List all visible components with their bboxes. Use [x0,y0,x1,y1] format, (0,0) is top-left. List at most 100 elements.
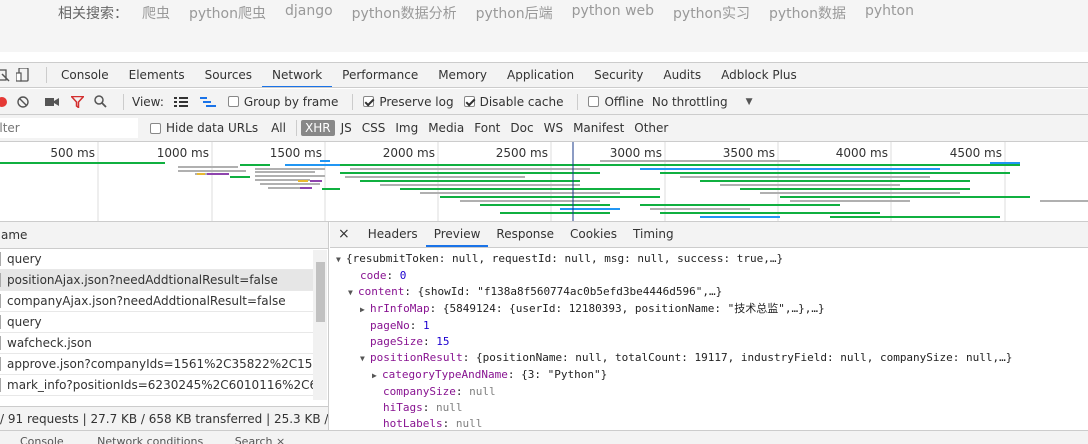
request-timing-bar [680,176,930,178]
screenshot-camera-icon[interactable] [45,97,59,107]
timeline-overview[interactable]: 500 ms 1000 ms 1500 ms 2000 ms 2500 ms 3000 m… [0,142,1088,222]
throttling-select[interactable]: No throttling [652,95,728,109]
json-value: {5849124: {userId: 12180393, positionNam… [442,302,825,315]
tab-response[interactable]: Response [488,222,562,247]
json-key: hrInfoMap [370,302,430,315]
tab-audits[interactable]: Audits [653,63,711,87]
request-timing-bar [560,208,620,210]
related-term[interactable]: python爬虫 [189,3,266,23]
json-property[interactable]: ▶ categoryTypeAndName: {3: "Python"} [330,367,1088,384]
drawer-tab-search[interactable]: Search × [235,435,286,444]
type-filter-ws[interactable]: WS [540,120,567,136]
json-property[interactable]: ▶ hrInfoMap: {5849124: {userId: 12180393,… [330,301,1088,318]
expand-triangle-right-icon[interactable]: ▶ [372,368,382,384]
request-timing-bar [420,192,620,194]
expand-triangle-icon[interactable]: ▼ [348,285,358,301]
json-root-line[interactable]: ▼ {resubmitToken: null, requestId: null, … [330,251,1088,268]
expand-triangle-icon[interactable]: ▼ [360,351,370,367]
group-by-frame-checkbox[interactable] [227,96,239,107]
json-property[interactable]: ▼ content: {showId: "f138a8f560774ac0b5ef… [330,284,1088,301]
tab-application[interactable]: Application [497,63,584,87]
request-row[interactable]: wafcheck.json [0,333,313,354]
scrollbar-thumb[interactable] [316,262,325,322]
json-property[interactable]: ▼ positionResult: {positionName: null, to… [330,350,1088,367]
divider [123,93,124,110]
request-row[interactable]: positionAjax.json?needAddtionalResult=fa… [0,270,313,291]
device-toolbar-icon[interactable] [16,68,30,82]
tab-preview[interactable]: Preview [425,222,489,247]
related-search-label: 相关搜索： [58,6,128,22]
drawer-tab-console[interactable]: Console [20,435,64,444]
chevron-down-icon[interactable]: ▼ [746,97,753,107]
drawer-tab-network-conditions[interactable]: Network conditions [97,435,203,444]
tab-console[interactable]: Console [51,63,119,87]
network-toolbar: View: Group by frame Preserve log Disabl… [0,89,1088,115]
tab-performance[interactable]: Performance [332,63,428,87]
preserve-log-label: Preserve log [379,94,454,109]
request-row[interactable]: query [0,249,313,270]
type-filter-media[interactable]: Media [424,120,468,136]
request-row[interactable]: approve.json?companyIds=1561%2C35822%2C1… [0,354,313,375]
request-row[interactable]: query [0,312,313,333]
type-filter-js[interactable]: JS [337,120,356,136]
preserve-log-checkbox[interactable] [363,96,375,107]
name-column-header[interactable]: Name [0,222,328,249]
related-term[interactable]: python后端 [476,3,553,23]
search-icon[interactable] [94,95,107,108]
offline-checkbox[interactable] [588,96,600,107]
json-value: 15 [436,335,450,348]
hide-data-urls-label: Hide data URLs [166,121,259,135]
json-property: pageNo: 1 [370,319,430,332]
type-filter-doc[interactable]: Doc [506,120,537,136]
request-timing-bar [0,162,165,164]
request-row[interactable]: mark_info?positionIds=6230245%2C6010116%… [0,375,313,396]
disable-cache-checkbox[interactable] [463,96,475,107]
record-icon[interactable] [0,96,7,107]
request-timing-bar [240,164,270,166]
group-by-frame-label: Group by frame [243,94,339,109]
type-filter-font[interactable]: Font [470,120,504,136]
tab-memory[interactable]: Memory [428,63,497,87]
tab-elements[interactable]: Elements [119,63,195,87]
inspect-element-icon[interactable] [0,68,10,82]
json-value: null [469,385,496,398]
request-timing-bar [255,168,325,170]
clear-icon[interactable] [17,95,29,108]
type-filter-xhr[interactable]: XHR [300,120,335,136]
type-filter-other[interactable]: Other [630,120,672,136]
json-value: {showId: "f138a8f560774ac0b5efd3be4446d5… [417,285,723,298]
expand-triangle-right-icon[interactable]: ▶ [360,302,370,318]
hide-data-urls-checkbox[interactable] [150,122,161,134]
related-term[interactable]: python数据 [769,3,846,23]
related-term[interactable]: python实习 [673,3,750,23]
tab-security[interactable]: Security [584,63,653,87]
offline-label: Offline [604,94,644,109]
request-timing-bar [320,160,330,162]
related-term[interactable]: django [285,3,333,19]
related-term[interactable]: python数据分析 [352,3,457,23]
tab-adblock-plus[interactable]: Adblock Plus [711,63,807,87]
tab-sources[interactable]: Sources [195,63,262,87]
tab-headers[interactable]: Headers [360,222,426,247]
filter-icon[interactable] [71,95,84,108]
request-row[interactable]: companyAjax.json?needAddtionalResult=fal… [0,291,313,312]
request-timing-bar [260,183,320,185]
type-filter-css[interactable]: CSS [358,120,390,136]
related-term[interactable]: python web [572,3,654,19]
type-filter-all[interactable]: All [267,120,290,136]
tab-timing[interactable]: Timing [625,222,682,247]
type-filter-manifest[interactable]: Manifest [569,120,628,136]
filter-input[interactable] [0,118,138,138]
waterfall-view-icon[interactable] [199,96,216,107]
related-term[interactable]: pyhton [865,3,914,19]
list-view-icon[interactable] [173,96,188,107]
request-timing-bar [255,171,315,173]
related-term[interactable]: 爬虫 [142,3,170,23]
request-timing-bar [322,188,340,190]
request-timing-bar [990,162,1020,164]
type-filter-img[interactable]: Img [391,120,422,136]
tab-cookies[interactable]: Cookies [562,222,625,247]
tab-network[interactable]: Network [262,63,333,87]
expand-triangle-icon[interactable]: ▼ [336,252,346,268]
close-icon[interactable]: × [330,222,360,247]
